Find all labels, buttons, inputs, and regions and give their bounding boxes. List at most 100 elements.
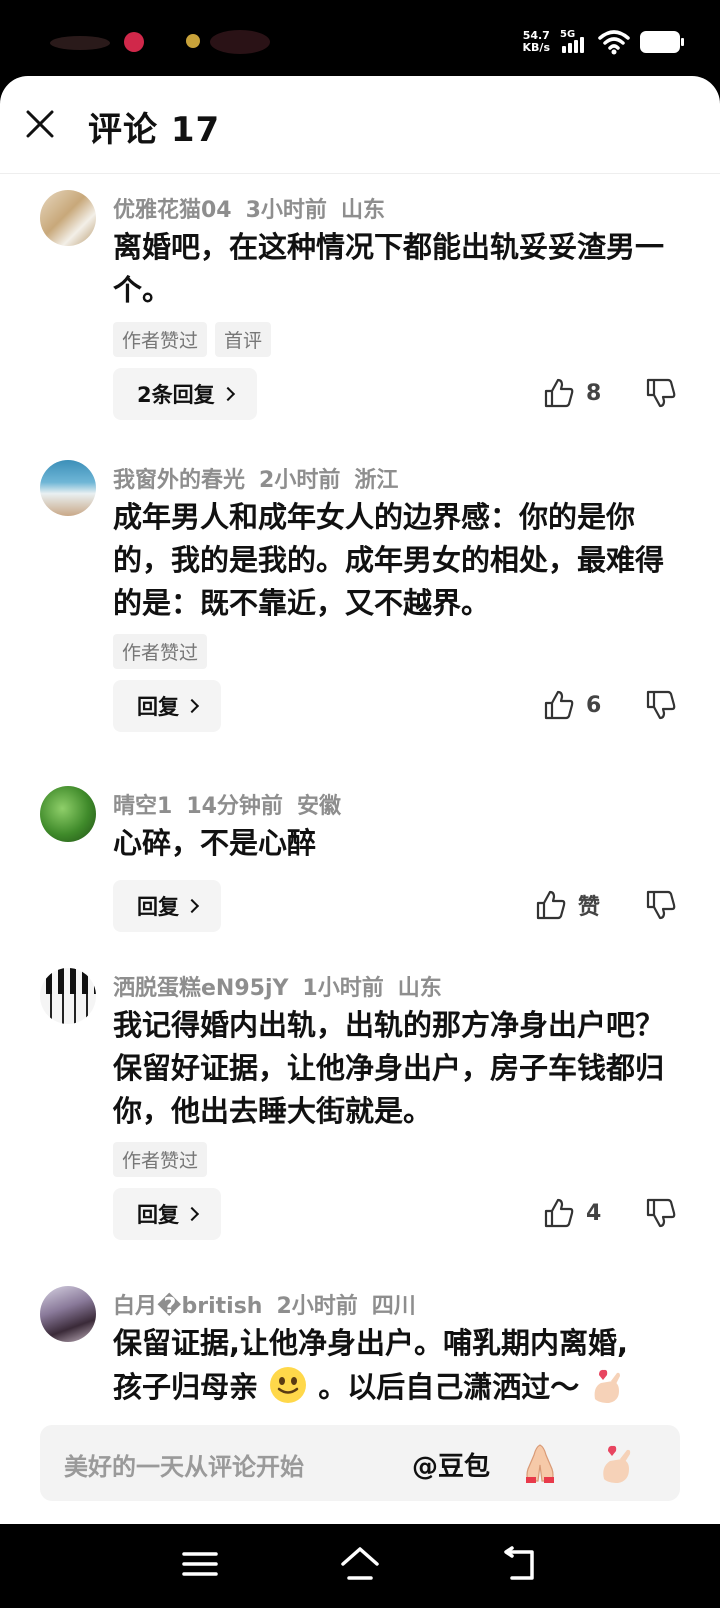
thumbs-up-icon[interactable] [542,688,576,722]
comment-sheet: 评论 17 优雅花猫04 3小时前 山东 离婚吧，在这种情况下都能出轨妥妥渣男一个。… [0,76,720,1524]
comment-meta: 我窗外的春光 2小时前 浙江 [113,462,412,494]
comment-time: 1小时前 [302,976,384,1001]
reply-label: 回复 [137,695,179,719]
status-right: 54.7 KB/s 5G [523,26,684,58]
tag-first-comment: 首评 [215,322,272,357]
blurred-status-icon [210,30,270,54]
menu-icon[interactable] [180,1544,220,1584]
smile-emoji-icon [270,1367,307,1403]
comment-tags: 作者赞过 [113,634,208,669]
comment-text: 我记得婚内出轨，出轨的那方净身出户吧？保留好证据，让他净身出户，房子车钱都归你，… [113,1008,665,1128]
reply-label: 2条回复 [137,383,215,407]
tag-author-liked: 作者赞过 [113,322,208,357]
like-count: 8 [586,380,602,406]
tag-author-liked: 作者赞过 [113,634,208,669]
tag-author-liked: 作者赞过 [113,1142,208,1177]
signal-icon: 5G [560,29,588,55]
network-speed-unit: KB/s [522,41,550,54]
comment-text: 成年男人和成年女人的边界感：你的是你的，我的是我的。成年男女的相处，最难得的是：… [113,500,665,620]
comment-location: 浙江 [354,468,399,493]
chevron-right-icon [184,1206,200,1222]
notification-icon [186,34,200,48]
comment-text: 保留证据,让他净身出户。哺乳期内离婚, 孩子归母亲 。以后自己潇洒过～ [113,1322,693,1409]
thumbs-down-icon[interactable] [644,376,678,410]
comment-input-bar[interactable]: 美好的一天从评论开始 @豆包 [40,1425,680,1501]
comment-location: 山东 [340,198,385,223]
comment-username[interactable]: 我窗外的春光 [113,468,245,493]
avatar[interactable] [40,1286,96,1342]
comment-location: 四川 [371,1294,416,1319]
comment-username[interactable]: 晴空1 [113,794,172,819]
comment-item: 优雅花猫04 3小时前 山东 离婚吧，在这种情况下都能出轨妥妥渣男一个。 作者赞过 … [0,190,720,500]
network-speed: 54.7 KB/s [523,30,550,54]
comment-meta: 晴空1 14分钟前 安徽 [113,788,355,820]
notification-icon [124,32,144,52]
reply-button[interactable]: 回复 [113,1188,221,1240]
chevron-right-icon [184,898,200,914]
comment-location: 山东 [397,976,442,1001]
comment-text: 心碎，不是心醉 [113,826,317,860]
avatar[interactable] [40,786,96,842]
avatar[interactable] [40,190,96,246]
thumbs-up-icon[interactable] [534,888,568,922]
thumbs-up-icon[interactable] [542,1196,576,1230]
mention-button[interactable]: @豆包 [412,1446,490,1483]
comment-time: 14分钟前 [186,794,283,819]
chevron-right-icon [220,386,235,402]
comment-item: 洒脱蛋糕eN95jY 1小时前 山东 我记得婚内出轨，出轨的那方净身出户吧？保留好证… [0,968,720,1298]
reply-button[interactable]: 回复 [113,680,221,732]
like-group: 6 [542,688,601,722]
comment-tags: 作者赞过 [113,1142,208,1177]
comment-text-line: 保留证据,让他净身出户。哺乳期内离婚, [113,1326,629,1360]
comment-time: 3小时前 [245,198,327,223]
page-title: 评论 17 [88,110,221,150]
like-group: 4 [542,1196,601,1230]
thumbs-down-icon[interactable] [644,688,678,722]
home-icon[interactable] [340,1544,380,1584]
comment-location: 安徽 [296,794,341,819]
avatar[interactable] [40,968,96,1024]
comment-text-fragment: 。以后自己潇洒过～ [318,1370,580,1404]
pray-hands-emoji-icon[interactable] [518,1441,562,1485]
comment-username[interactable]: 优雅花猫04 [113,198,232,223]
comment-meta: 优雅花猫04 3小时前 山东 [113,192,399,224]
status-left-icons [40,30,280,58]
heart-hands-emoji-icon[interactable] [596,1441,640,1485]
thumbs-down-icon[interactable] [644,1196,678,1230]
status-bar: 54.7 KB/s 5G [0,0,720,82]
comment-input-placeholder[interactable]: 美好的一天从评论开始 [64,1447,304,1482]
close-icon[interactable] [22,106,58,142]
reply-button[interactable]: 回复 [113,880,221,932]
comment-text-line: 孩子归母亲 。以后自己潇洒过～ [113,1365,693,1409]
blurred-status-icon [50,36,110,50]
thumbs-up-icon[interactable] [542,376,576,410]
chevron-right-icon [184,698,200,714]
heart-hands-emoji-icon [594,1369,621,1403]
like-count: 4 [586,1200,602,1226]
comment-time: 2小时前 [276,1294,358,1319]
comment-tags: 作者赞过 首评 [113,322,272,357]
avatar[interactable] [40,460,96,516]
network-type: 5G [560,29,576,40]
comment-username[interactable]: 洒脱蛋糕eN95jY [113,976,288,1001]
comment-item: 白月�british 2小时前 四川 保留证据,让他净身出户。哺乳期内离婚, 孩子归… [0,1286,720,1426]
like-count: 6 [586,692,602,718]
comment-meta: 白月�british 2小时前 四川 [113,1288,430,1320]
battery-icon [640,31,684,53]
reply-label: 回复 [137,1203,179,1227]
thumbs-down-icon[interactable] [644,888,678,922]
comment-meta: 洒脱蛋糕eN95jY 1小时前 山东 [113,970,456,1002]
like-group: 8 [542,376,601,410]
comment-text-fragment: 孩子归母亲 [113,1370,259,1404]
back-icon[interactable] [500,1544,540,1584]
comment-item: 晴空1 14分钟前 安徽 心碎，不是心醉 回复 赞 [0,786,720,946]
view-replies-button[interactable]: 2条回复 [113,368,257,420]
comment-username[interactable]: 白月�british [113,1294,262,1319]
comment-time: 2小时前 [259,468,341,493]
like-group: 赞 [534,888,600,922]
comment-text: 离婚吧，在这种情况下都能出轨妥妥渣男一个。 [113,230,665,307]
comment-item: 我窗外的春光 2小时前 浙江 成年男人和成年女人的边界感：你的是你的，我的是我的。成… [0,460,720,790]
like-count: 赞 [578,895,601,920]
wifi-icon [598,30,630,55]
reply-label: 回复 [137,895,179,919]
